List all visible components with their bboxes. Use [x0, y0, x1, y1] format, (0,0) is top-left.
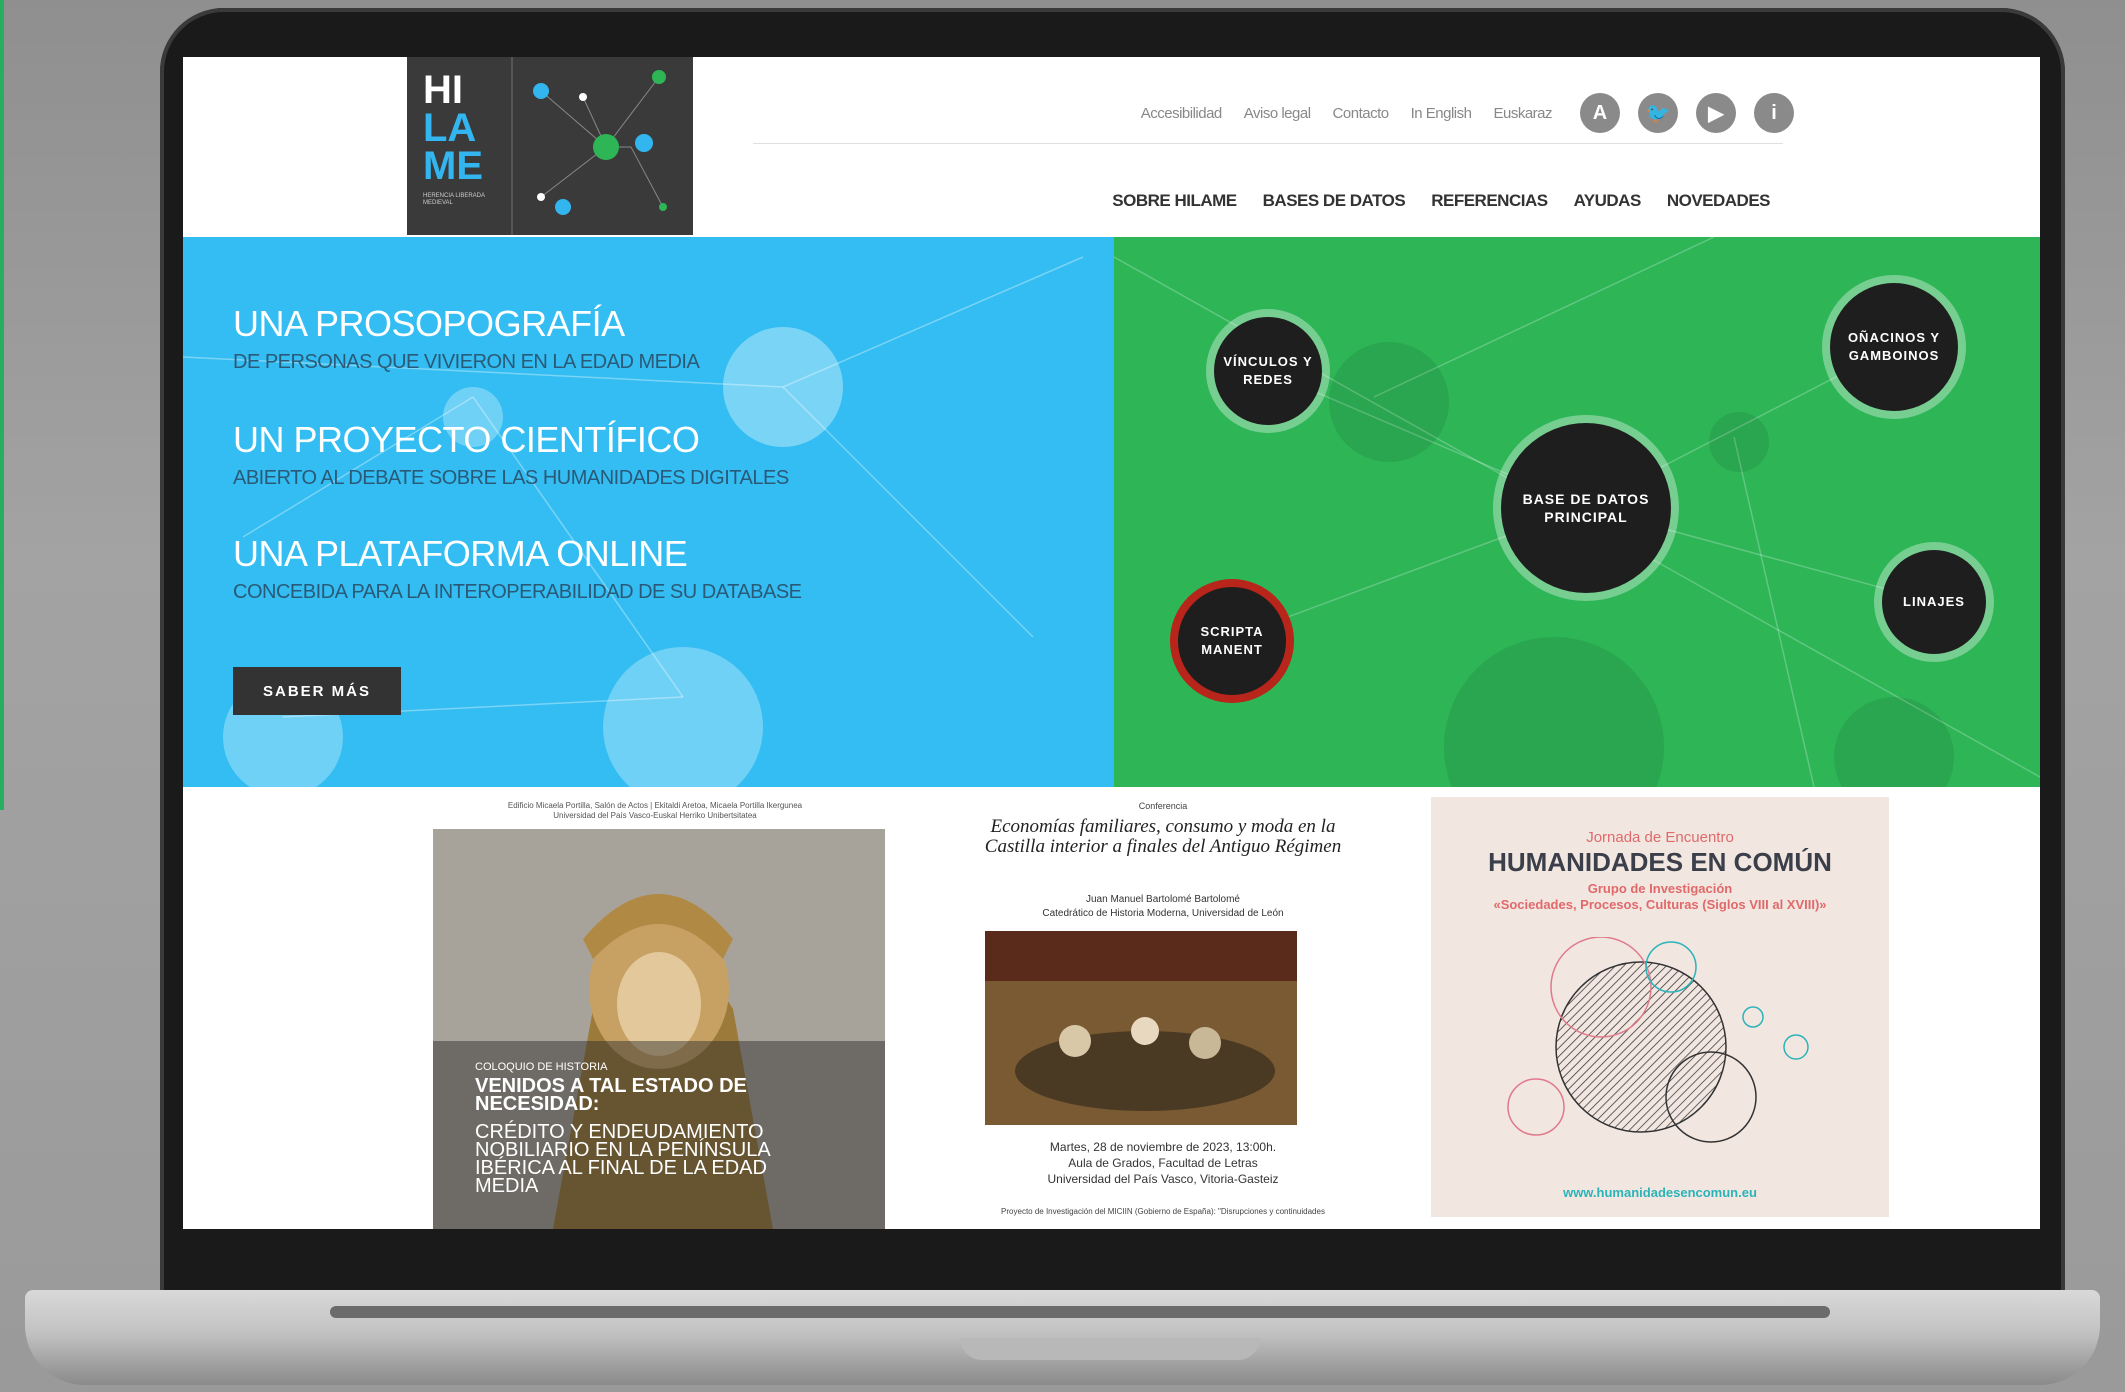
coloquio-venue: Edificio Micaela Portilla, Salón de Acto… [507, 801, 803, 820]
conferencia-date: Martes, 28 de noviembre de 2023, 13:00h. [1049, 1140, 1277, 1154]
tagline-1-main: UNA PROSOPOGRAFÍA [233, 303, 625, 344]
nav-referencias[interactable]: REFERENCIAS [1431, 191, 1548, 211]
link-in-english[interactable]: In English [1411, 105, 1472, 122]
jornada-group-name: «Sociedades, Procesos, Culturas (Siglos … [1493, 897, 1827, 912]
logo-me: ME [423, 144, 483, 188]
info-icon[interactable]: i [1754, 93, 1794, 133]
logo-la: LA [423, 106, 477, 150]
nav-sobre-hilame[interactable]: SOBRE HILAME [1112, 191, 1237, 211]
coloquio-subtitle: CRÉDITO Y ENDEUDAMIENTO NOBILIARIO EN LA… [475, 1121, 770, 1197]
news-card-coloquio[interactable]: Edificio Micaela Portilla, Salón de Acto… [425, 801, 885, 1229]
bubble-linajes[interactable]: LINAJES [1882, 550, 1986, 654]
database-bubbles-panel: VÍNCULOS Y REDES OÑACINOS Y GAMBOINOS BA… [1114, 237, 2040, 787]
bubble-onacinos-gamboinos[interactable]: OÑACINOS Y GAMBOINOS [1830, 283, 1958, 411]
jornada-circles-graphic [1507, 937, 1809, 1143]
coloquio-label: COLOQUIO DE HISTORIA [475, 1061, 608, 1073]
conferencia-title: Economías familiares, consumo y moda en … [984, 816, 1342, 857]
hero-intro-panel: UNA PROSOPOGRAFÍA DE PERSONAS QUE VIVIER… [183, 237, 1114, 787]
news-card-humanidades[interactable]: Jornada de Encuentro HUMANIDADES EN COMÚ… [1431, 797, 1889, 1217]
youtube-icon[interactable]: ▶ [1696, 93, 1736, 133]
nav-bases-de-datos[interactable]: BASES DE DATOS [1263, 191, 1406, 211]
main-nav: SOBRE HILAME BASES DE DATOS REFERENCIAS … [1112, 191, 1770, 211]
bubble-base-de-datos-principal[interactable]: BASE DE DATOS PRINCIPAL [1501, 423, 1671, 593]
laptop-hinge [330, 1306, 1830, 1318]
accessibility-icon[interactable]: A [1580, 93, 1620, 133]
bubble-scripta-manent[interactable]: SCRIPTA MANENT [1178, 587, 1286, 695]
link-contacto[interactable]: Contacto [1333, 105, 1390, 122]
painting-image [985, 931, 1297, 1125]
logo-network-graphic [533, 70, 667, 215]
logo-subtitle: HERENCIA LIBERADA MEDIEVAL [423, 193, 485, 206]
twitter-icon[interactable]: 🐦 [1638, 93, 1678, 133]
nav-ayudas[interactable]: AYUDAS [1574, 191, 1642, 211]
saber-mas-button[interactable]: SABER MÁS [233, 667, 401, 715]
conferencia-footer: Proyecto de Investigación del MICIIN (Go… [1001, 1207, 1325, 1216]
tagline-1-sub: DE PERSONAS QUE VIVIERON EN LA EDAD MEDI… [233, 351, 700, 373]
conferencia-label: Conferencia [1138, 801, 1188, 811]
utility-links: Accesibilidad Aviso legal Contacto In En… [1141, 93, 1794, 133]
conferencia-when: Martes, 28 de noviembre de 2023, 13:00h.… [963, 1139, 1363, 1187]
jornada-pretitle: Jornada de Encuentro [1586, 829, 1734, 846]
tagline-3-sub: CONCEBIDA PARA LA INTEROPERABILIDAD DE S… [233, 581, 802, 603]
hilame-logo[interactable]: HI LA ME HERENCIA LIBERADA MEDIEVAL [407, 57, 693, 235]
nav-novedades[interactable]: NOVEDADES [1667, 191, 1771, 211]
link-aviso-legal[interactable]: Aviso legal [1244, 105, 1311, 122]
link-euskaraz[interactable]: Euskaraz [1493, 105, 1552, 122]
social-icons: A 🐦 ▶ i [1580, 93, 1794, 133]
tagline-3-main: UNA PLATAFORMA ONLINE [233, 533, 688, 574]
conferencia-author-block: Juan Manuel Bartolomé Bartolomé Catedrát… [963, 893, 1363, 921]
conferencia-place: Aula de Grados, Facultad de Letras [1068, 1156, 1258, 1170]
left-edge-accent [0, 0, 4, 810]
tagline-2-main: UN PROYECTO CIENTÍFICO [233, 419, 700, 460]
tagline-2-sub: ABIERTO AL DEBATE SOBRE LAS HUMANIDADES … [233, 467, 789, 489]
bubble-vinculos-y-redes[interactable]: VÍNCULOS Y REDES [1214, 317, 1322, 425]
conferencia-university: Universidad del País Vasco, Vitoria-Gast… [1047, 1172, 1279, 1186]
laptop-screen: HI LA ME HERENCIA LIBERADA MEDIEVAL Acce… [183, 57, 2040, 1229]
painting-illustration [985, 931, 1297, 1125]
logo-wordmark: HI LA ME HERENCIA LIBERADA MEDIEVAL [407, 57, 513, 235]
news-card-conferencia[interactable]: Conferencia Economías familiares, consum… [963, 801, 1363, 1229]
header-divider [753, 143, 1783, 144]
jornada-url[interactable]: www.humanidadesencomun.eu [1431, 1185, 1889, 1200]
laptop-notch [960, 1338, 1260, 1360]
conferencia-affiliation: Catedrático de Historia Moderna, Univers… [1042, 908, 1284, 919]
site-header: HI LA ME HERENCIA LIBERADA MEDIEVAL Acce… [183, 57, 2040, 237]
coloquio-title: VENIDOS A TAL ESTADO DE NECESIDAD: [475, 1075, 747, 1115]
news-section: Edificio Micaela Portilla, Salón de Acto… [183, 787, 2040, 1229]
jornada-title: HUMANIDADES EN COMÚN [1488, 847, 1832, 877]
logo-hi: HI [423, 68, 463, 112]
jornada-group: Grupo de Investigación [1587, 881, 1733, 896]
conferencia-author: Juan Manuel Bartolomé Bartolomé [1086, 894, 1240, 905]
link-accesibilidad[interactable]: Accesibilidad [1141, 105, 1223, 122]
